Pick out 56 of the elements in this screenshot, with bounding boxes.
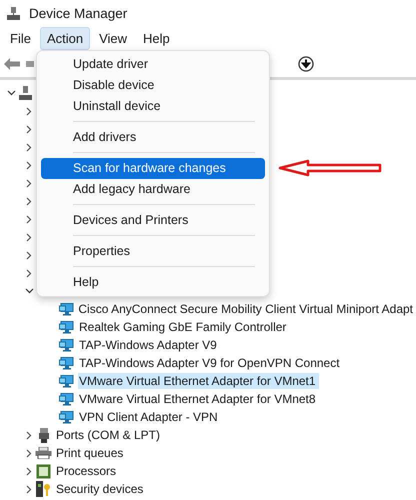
tree-item[interactable]: TAP-Windows Adapter V9 for OpenVPN Connect	[78, 355, 343, 371]
tree-item[interactable]: Print queues	[55, 445, 126, 461]
chevron-right-icon[interactable]	[26, 178, 32, 188]
tree-item[interactable]: TAP-Windows Adapter V9	[78, 337, 220, 353]
menu-item[interactable]: Devices and Printers	[41, 210, 265, 231]
tree-item[interactable]: VMware Virtual Ethernet Adapter for VMnet1	[78, 373, 319, 389]
tree-item[interactable]: VPN Client Adapter - VPN	[78, 409, 221, 425]
network-adapter-icon	[59, 320, 74, 334]
chevron-right-icon[interactable]	[26, 466, 32, 476]
chevron-right-icon[interactable]	[26, 142, 32, 152]
network-adapter-icon	[59, 410, 74, 424]
computer-icon	[19, 86, 32, 100]
window-title: Device Manager	[29, 6, 128, 21]
chevron-down-icon[interactable]	[6, 90, 16, 96]
menu-item[interactable]: Help	[41, 272, 265, 293]
tree-item[interactable]: Cisco AnyConnect Secure Mobility Client Virtual Miniport Adapt	[77, 301, 416, 317]
menu-bar-item[interactable]: File	[3, 26, 38, 50]
port-icon	[38, 428, 50, 442]
tree-item[interactable]: Security devices	[55, 481, 146, 497]
tree-item[interactable]: VMware Virtual Ethernet Adapter for VMnet8	[78, 391, 319, 407]
processor-icon	[36, 464, 51, 478]
menu-item[interactable]: Uninstall device	[41, 96, 265, 117]
printer-icon	[35, 447, 52, 459]
menu-bar-item[interactable]: Action	[40, 26, 90, 50]
network-adapter-icon	[59, 374, 74, 388]
update-driver-icon[interactable]	[298, 56, 314, 72]
chevron-right-icon[interactable]	[26, 106, 32, 116]
device-manager-icon	[7, 7, 20, 20]
chevron-down-icon[interactable]	[24, 288, 34, 294]
chevron-right-icon[interactable]	[26, 214, 32, 224]
menu-item[interactable]: Disable device	[41, 75, 265, 96]
chevron-right-icon[interactable]	[26, 448, 32, 458]
menu-item[interactable]: Scan for hardware changes	[41, 158, 265, 179]
security-device-icon	[36, 481, 51, 497]
chevron-right-icon[interactable]	[26, 484, 32, 494]
tree-item[interactable]: Realtek Gaming GbE Family Controller	[78, 319, 290, 335]
back-arrow-icon[interactable]	[4, 58, 20, 70]
chevron-right-icon[interactable]	[26, 430, 32, 440]
chevron-right-icon[interactable]	[26, 196, 32, 206]
chevron-right-icon[interactable]	[26, 160, 32, 170]
menu-bar-item[interactable]: Help	[136, 26, 177, 50]
chevron-right-icon[interactable]	[26, 250, 32, 260]
chevron-right-icon[interactable]	[26, 124, 32, 134]
chevron-right-icon[interactable]	[26, 268, 32, 278]
menu-item[interactable]: Add legacy hardware	[41, 179, 265, 200]
menu-bar-item[interactable]: View	[92, 26, 134, 50]
chevron-right-icon[interactable]	[26, 232, 32, 242]
menu-item[interactable]: Properties	[41, 241, 265, 262]
menu-item[interactable]: Update driver	[41, 54, 265, 75]
network-adapter-icon	[58, 302, 74, 316]
network-adapter-icon	[59, 356, 74, 370]
network-adapter-icon	[59, 338, 74, 352]
network-adapter-icon	[59, 392, 74, 406]
tree-item[interactable]: Processors	[55, 463, 120, 479]
menu-item[interactable]: Add drivers	[41, 127, 265, 148]
tree-item[interactable]: Ports (COM & LPT)	[55, 427, 164, 443]
